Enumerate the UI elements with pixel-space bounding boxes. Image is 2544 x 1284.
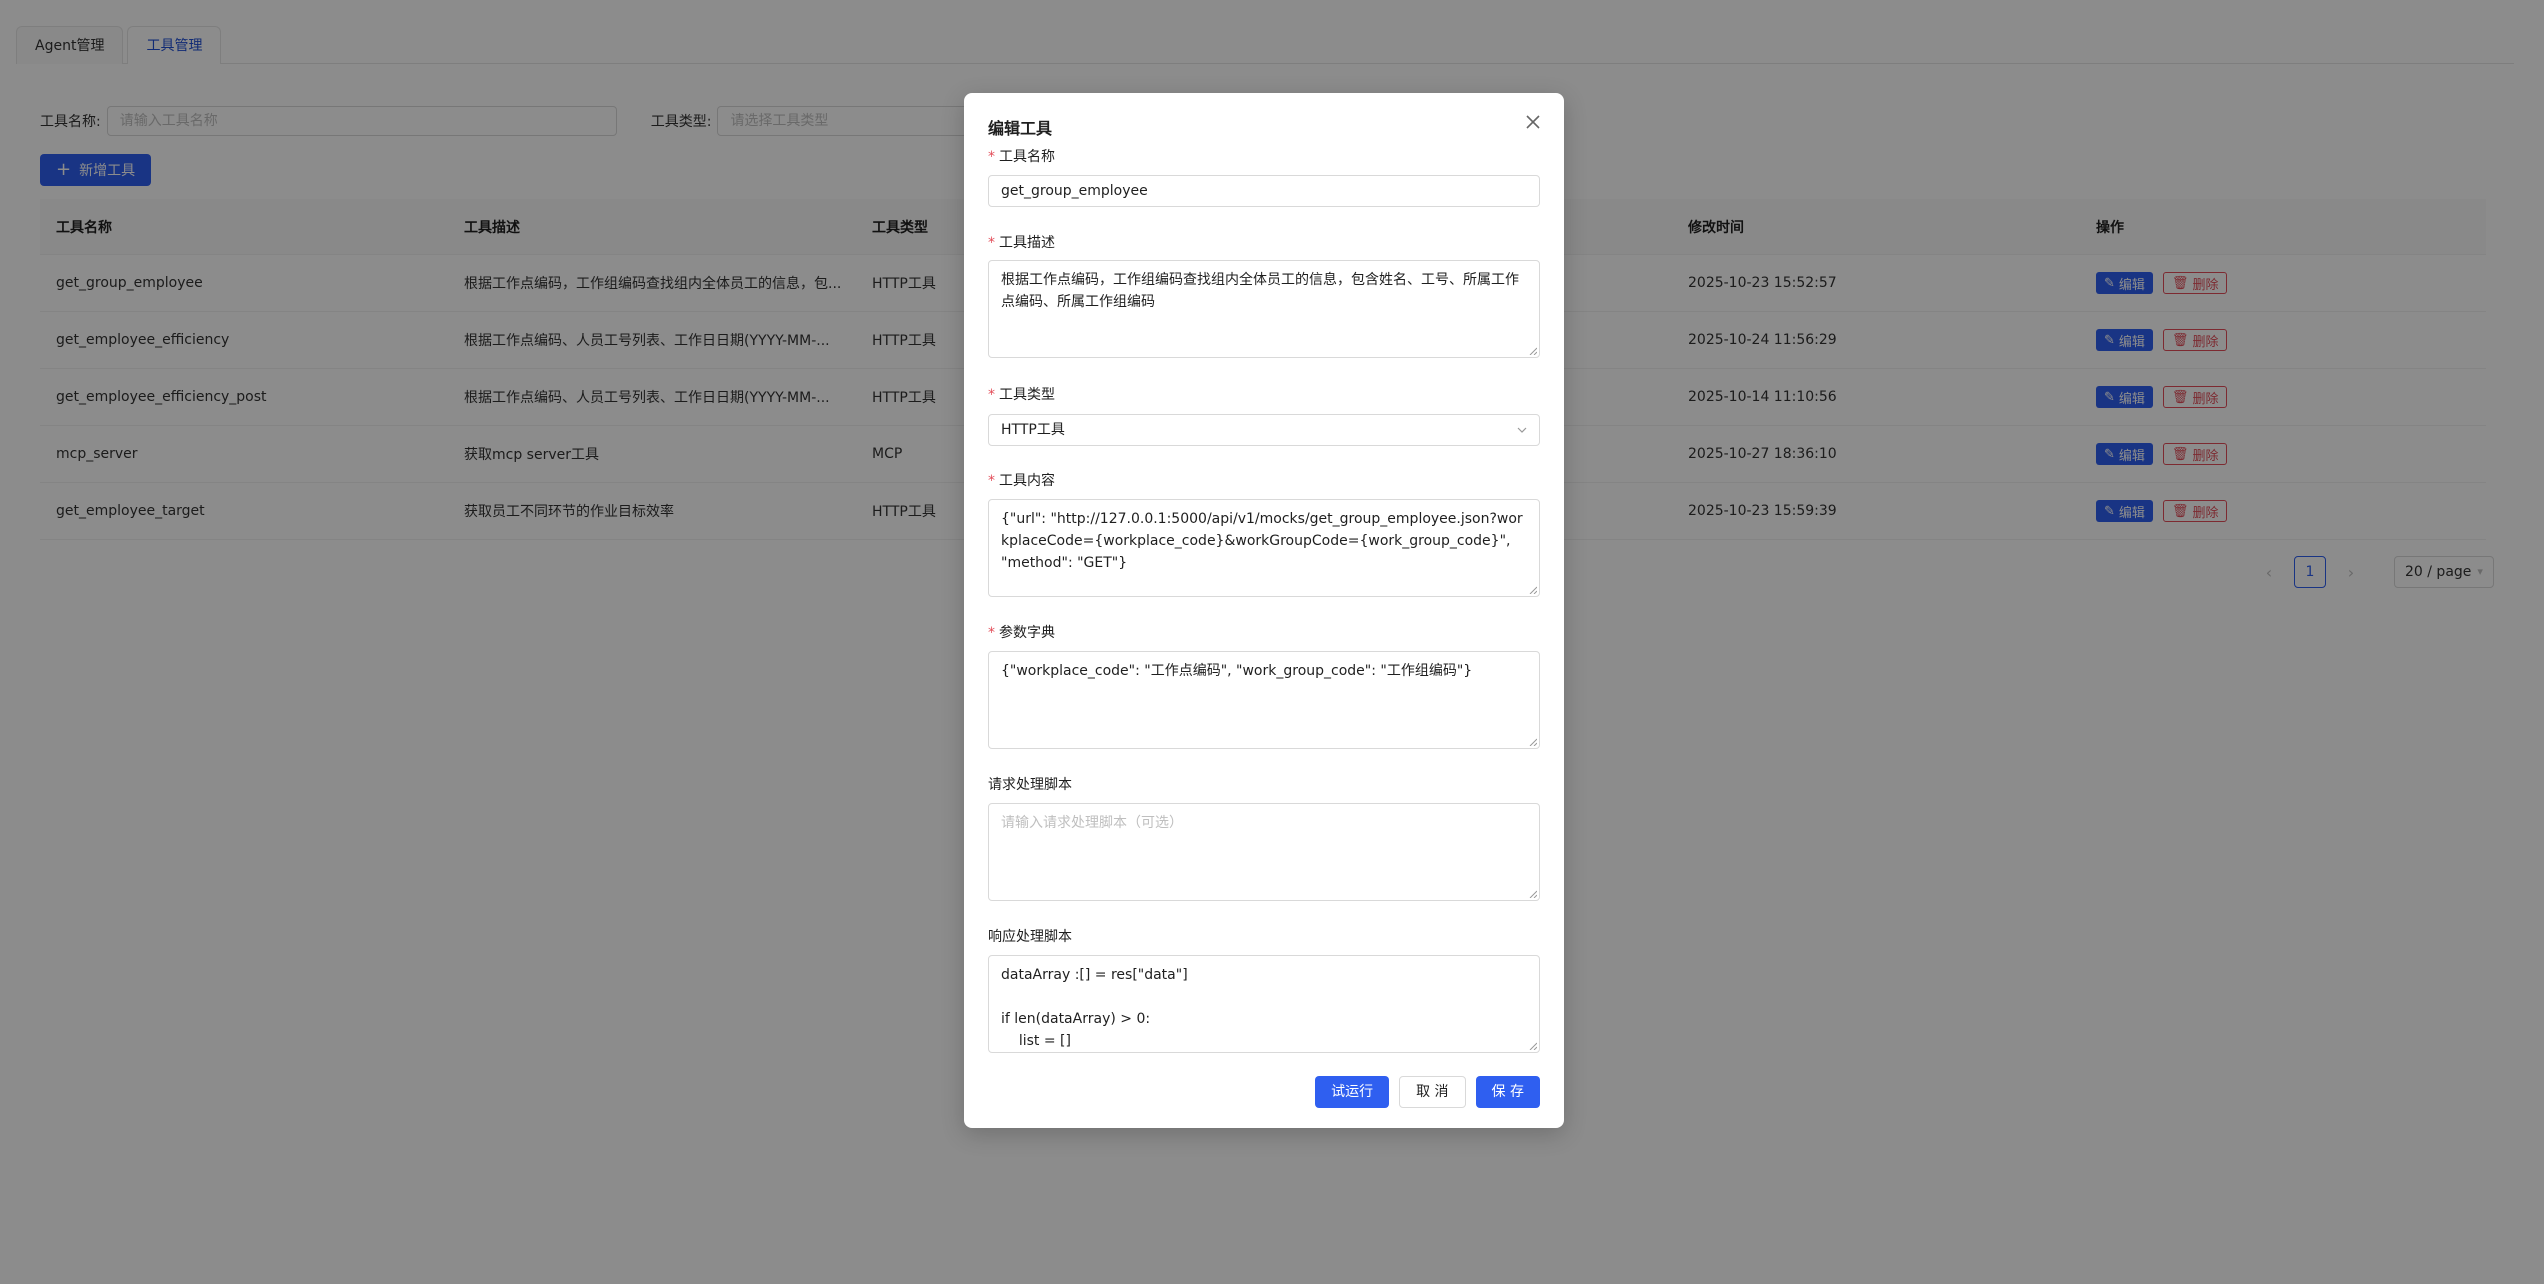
label-text: 参数字典 [999, 625, 1055, 641]
required-mark: * [988, 473, 995, 489]
params-dict-text: {"workplace_code": "工作点编码", "work_group_… [1001, 663, 1473, 679]
resize-grip-icon[interactable] [1529, 586, 1537, 594]
request-script-placeholder: 请输入请求处理脚本（可选） [1001, 815, 1183, 831]
close-icon[interactable] [1522, 111, 1544, 133]
cancel-button[interactable]: 取 消 [1399, 1076, 1466, 1108]
field-label-response-script: 响应处理脚本 [988, 926, 1072, 946]
chevron-down-icon [1517, 427, 1527, 433]
tool-content-text: {"url": "http://127.0.0.1:5000/api/v1/mo… [1001, 511, 1523, 571]
label-text: 工具描述 [999, 235, 1055, 251]
field-label-content: * 工具内容 [988, 470, 1055, 490]
required-mark: * [988, 235, 995, 251]
label-text: 请求处理脚本 [988, 777, 1072, 793]
label-text: 工具类型 [999, 387, 1055, 403]
label-text: 工具名称 [999, 149, 1055, 165]
dialog-footer: 试运行 取 消 保 存 [1315, 1076, 1540, 1108]
try-run-button[interactable]: 试运行 [1315, 1076, 1390, 1108]
params-dict-textarea[interactable]: {"workplace_code": "工作点编码", "work_group_… [988, 651, 1540, 749]
required-mark: * [988, 149, 995, 165]
required-mark: * [988, 625, 995, 641]
field-label-request-script: 请求处理脚本 [988, 774, 1072, 794]
field-label-type: * 工具类型 [988, 384, 1055, 404]
resize-grip-icon[interactable] [1529, 347, 1537, 355]
edit-tool-dialog: 编辑工具 * 工具名称 get_group_employee * 工具描述 根据工作… [964, 93, 1564, 1128]
label-text: 工具内容 [999, 473, 1055, 489]
response-script-text: dataArray :[] = res["data"] if len(dataA… [1001, 967, 1188, 1049]
tool-type-select[interactable]: HTTP工具 [988, 414, 1540, 446]
dialog-title: 编辑工具 [988, 119, 1053, 138]
tool-desc-text: 根据工作点编码，工作组编码查找组内全体员工的信息，包含姓名、工号、所属工作点编码… [1001, 272, 1519, 310]
tool-name-input[interactable]: get_group_employee [988, 175, 1540, 207]
resize-grip-icon[interactable] [1529, 890, 1537, 898]
tool-type-value: HTTP工具 [1001, 422, 1065, 438]
resize-grip-icon[interactable] [1529, 738, 1537, 746]
field-label-params: * 参数字典 [988, 622, 1055, 642]
tool-content-textarea[interactable]: {"url": "http://127.0.0.1:5000/api/v1/mo… [988, 499, 1540, 597]
field-label-desc: * 工具描述 [988, 232, 1055, 252]
label-text: 响应处理脚本 [988, 929, 1072, 945]
field-label-name: * 工具名称 [988, 146, 1055, 166]
save-button[interactable]: 保 存 [1475, 1076, 1540, 1108]
required-mark: * [988, 387, 995, 403]
tool-desc-textarea[interactable]: 根据工作点编码，工作组编码查找组内全体员工的信息，包含姓名、工号、所属工作点编码… [988, 260, 1540, 358]
resize-grip-icon[interactable] [1529, 1042, 1537, 1050]
request-script-textarea[interactable]: 请输入请求处理脚本（可选） [988, 803, 1540, 901]
response-script-textarea[interactable]: dataArray :[] = res["data"] if len(dataA… [988, 955, 1540, 1053]
